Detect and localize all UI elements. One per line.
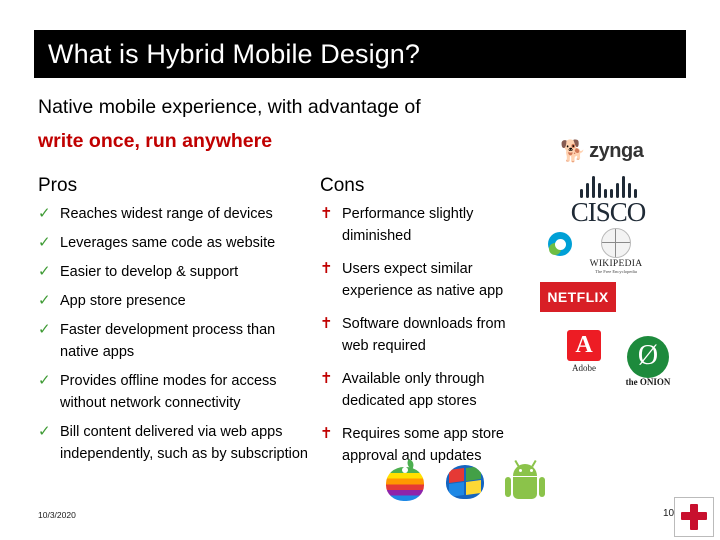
list-item-label: Easier to develop & support (60, 264, 239, 281)
adobe-wordmark: Adobe (572, 363, 596, 373)
list-item-label: Available only through dedicated app sto… (342, 371, 485, 410)
list-item-label: Provides offline modes for access withou… (60, 373, 277, 412)
cons-list: ✝ Performance slightly diminished ✝ User… (320, 203, 530, 478)
android-arm-left (505, 477, 511, 497)
list-item-label: Users expect similar experience as nativ… (342, 261, 504, 300)
subtitle-line-1: Native mobile experience, with advantage… (38, 96, 421, 118)
cross-icon: ✝ (320, 204, 333, 222)
cisco-bars-icon (552, 176, 664, 198)
wikipedia-globe-icon (601, 228, 631, 258)
list-item-label: App store presence (60, 293, 186, 310)
list-item-label: Reaches widest range of devices (60, 206, 273, 222)
cisco-wordmark: CISCO (570, 197, 647, 227)
cross-icon: ✝ (320, 314, 333, 333)
slide-number: 10 (663, 508, 675, 519)
wikipedia-wordmark: WIKIPEDIA (589, 259, 643, 269)
list-item-label: Leverages same code as website (60, 235, 276, 252)
check-icon: ✓ (38, 291, 51, 310)
android-eye-right (530, 469, 533, 472)
zynga-logo: 🐕 zynga (560, 138, 656, 164)
subtitle-line-2: write once, run anywhere (38, 130, 273, 152)
netflix-logo: NETFLIX (540, 282, 616, 312)
netflix-wordmark: NETFLIX (547, 289, 609, 305)
windows-flag-shape (446, 465, 484, 499)
wikipedia-logo: WIKIPEDIA The Free Encyclopedia (585, 228, 647, 274)
list-item: ✓ Provides offline modes for access with… (38, 370, 313, 414)
list-item-label: Performance slightly diminished (342, 206, 474, 245)
list-item: ✓ Leverages same code as website (38, 232, 313, 254)
list-item-label: Bill content delivered via web apps inde… (60, 424, 308, 463)
list-item: ✝ Users expect similar experience as nat… (320, 258, 530, 302)
page-title: What is Hybrid Mobile Design? (48, 38, 421, 69)
cons-header: Cons (320, 175, 365, 196)
wikipedia-tagline: The Free Encyclopedia (595, 269, 637, 274)
apple-bite-shape (402, 467, 408, 473)
list-item: ✓ Reaches widest range of devices (38, 203, 313, 225)
check-icon: ✓ (38, 204, 51, 222)
adobe-mark-icon (567, 330, 601, 361)
list-item: ✓ App store presence (38, 290, 313, 312)
check-icon: ✓ (38, 233, 51, 252)
list-item: ✝ Available only through dedicated app s… (320, 368, 530, 412)
platform-icons-row (385, 458, 565, 506)
onion-wordmark: the ONION (625, 377, 671, 387)
cross-icon: ✝ (320, 424, 333, 443)
logitech-logo (548, 232, 574, 258)
list-item: ✓ Faster development process than native… (38, 319, 313, 363)
check-icon: ✓ (38, 371, 51, 390)
the-onion-logo: the ONION (612, 336, 684, 394)
onion-mark-icon (627, 336, 669, 378)
list-item: ✓ Bill content delivered via web apps in… (38, 421, 313, 465)
zynga-wordmark: zynga (589, 139, 644, 162)
list-item-label: Faster development process than native a… (60, 322, 276, 361)
corner-badge (674, 497, 714, 537)
list-item: ✓ Easier to develop & support (38, 261, 313, 283)
android-eye-left (519, 469, 522, 472)
check-icon: ✓ (38, 422, 51, 441)
list-item: ✝ Performance slightly diminished (320, 203, 530, 247)
pros-list: ✓ Reaches widest range of devices ✓ Leve… (38, 203, 313, 472)
red-cross-icon (680, 503, 708, 531)
pros-header: Pros (38, 175, 78, 196)
windows-icon (443, 462, 487, 502)
android-icon (505, 459, 545, 504)
list-item-label: Software downloads from web required (342, 316, 506, 355)
android-body-shape (513, 477, 537, 499)
adobe-logo: Adobe (562, 330, 606, 384)
list-item: ✝ Software downloads from web required (320, 313, 530, 357)
cisco-logo: CISCO (552, 176, 664, 230)
logitech-mark-icon (548, 232, 572, 256)
android-arm-right (539, 477, 545, 497)
cross-icon: ✝ (320, 259, 333, 278)
apple-icon (385, 459, 427, 504)
title-bar: What is Hybrid Mobile Design? (34, 30, 686, 78)
zynga-dog-icon: 🐕 (560, 138, 587, 163)
check-icon: ✓ (38, 262, 51, 281)
check-icon: ✓ (38, 320, 51, 339)
footer-date: 10/3/2020 (38, 510, 76, 520)
slide: What is Hybrid Mobile Design? Native mob… (0, 0, 720, 540)
cross-icon: ✝ (320, 369, 333, 388)
